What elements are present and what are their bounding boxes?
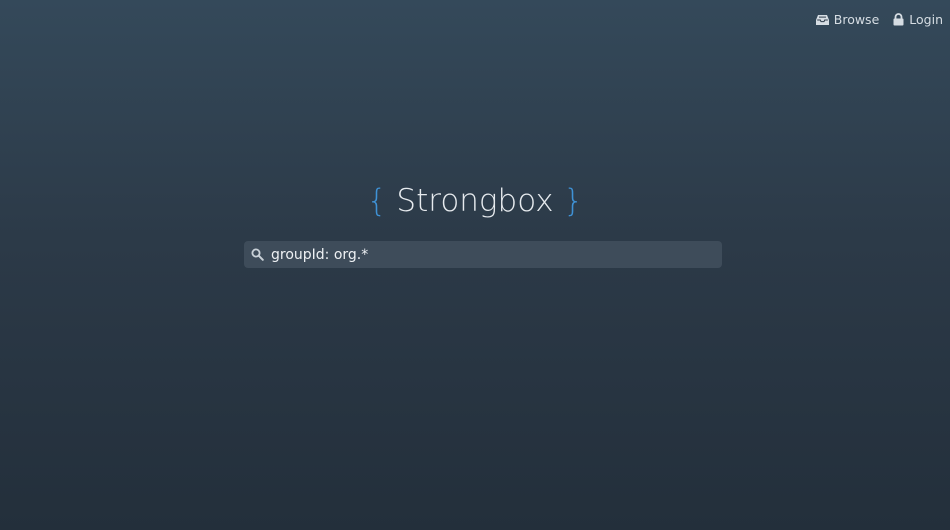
login-label: Login xyxy=(909,12,943,27)
login-link[interactable]: Login xyxy=(893,12,943,27)
inbox-icon xyxy=(815,14,829,26)
logo-open-brace: { xyxy=(366,183,387,219)
logo: { Strongbox } xyxy=(0,183,950,219)
search-input[interactable] xyxy=(271,246,711,263)
logo-name: Strongbox xyxy=(396,183,554,219)
search-icon[interactable] xyxy=(251,248,264,261)
logo-close-brace: } xyxy=(563,183,584,219)
browse-label: Browse xyxy=(833,12,880,27)
search-bar xyxy=(244,241,722,268)
browse-link[interactable]: Browse xyxy=(815,12,880,27)
top-nav: Browse Login xyxy=(815,12,943,27)
lock-icon xyxy=(893,13,904,26)
